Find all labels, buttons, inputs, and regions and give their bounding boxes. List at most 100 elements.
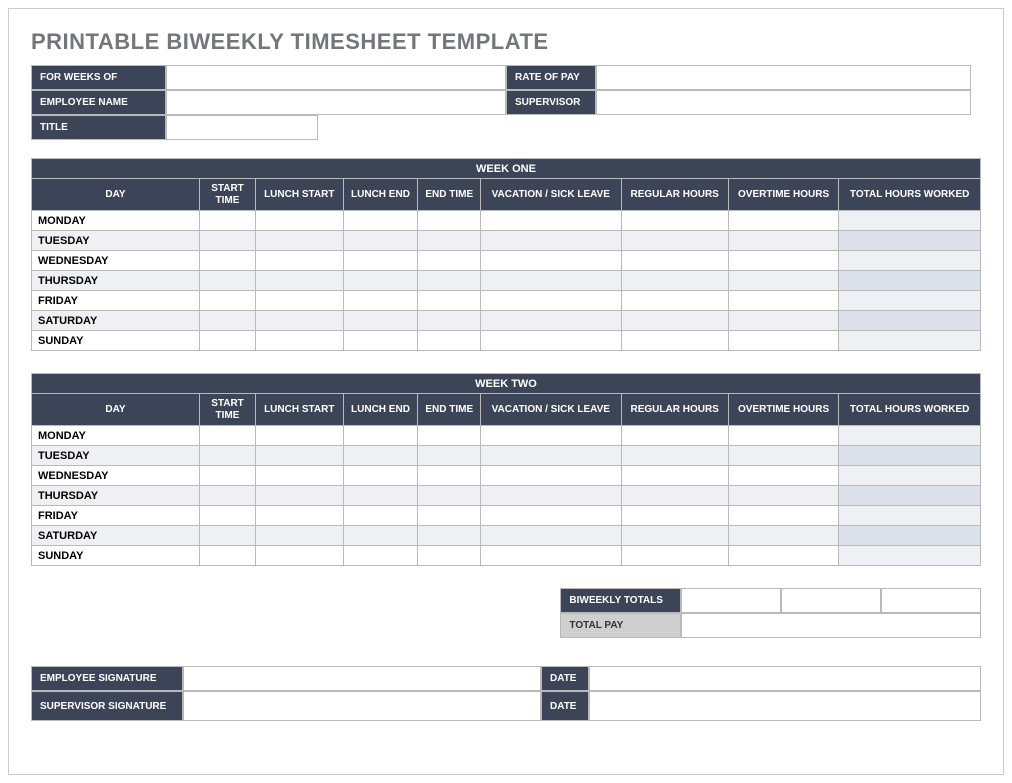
lunch-end-cell[interactable] [343,291,418,311]
employee-signature-value[interactable] [183,666,541,691]
total-hours-cell[interactable] [839,546,981,566]
lunch-start-cell[interactable] [256,331,344,351]
regular-hours-cell[interactable] [621,211,728,231]
overtime-hours-cell[interactable] [728,231,838,251]
vacation-sick-cell[interactable] [481,271,621,291]
overtime-hours-cell[interactable] [728,251,838,271]
lunch-start-cell[interactable] [256,526,344,546]
end-time-cell[interactable] [418,251,481,271]
regular-hours-cell[interactable] [621,486,728,506]
overtime-hours-cell[interactable] [728,331,838,351]
end-time-cell[interactable] [418,291,481,311]
end-time-cell[interactable] [418,331,481,351]
end-time-cell[interactable] [418,311,481,331]
lunch-end-cell[interactable] [343,506,418,526]
end-time-cell[interactable] [418,426,481,446]
overtime-hours-cell[interactable] [728,486,838,506]
employee-date-value[interactable] [589,666,981,691]
start-time-cell[interactable] [200,331,256,351]
overtime-hours-cell[interactable] [728,526,838,546]
end-time-cell[interactable] [418,271,481,291]
lunch-start-cell[interactable] [256,251,344,271]
biweekly-overtime-hours[interactable] [781,588,881,613]
vacation-sick-cell[interactable] [481,506,621,526]
vacation-sick-cell[interactable] [481,211,621,231]
rate-of-pay-value[interactable] [596,65,971,90]
biweekly-regular-hours[interactable] [681,588,781,613]
end-time-cell[interactable] [418,546,481,566]
regular-hours-cell[interactable] [621,466,728,486]
lunch-start-cell[interactable] [256,446,344,466]
lunch-start-cell[interactable] [256,486,344,506]
lunch-end-cell[interactable] [343,486,418,506]
regular-hours-cell[interactable] [621,271,728,291]
lunch-end-cell[interactable] [343,446,418,466]
end-time-cell[interactable] [418,211,481,231]
lunch-end-cell[interactable] [343,466,418,486]
lunch-start-cell[interactable] [256,546,344,566]
end-time-cell[interactable] [418,506,481,526]
overtime-hours-cell[interactable] [728,446,838,466]
lunch-start-cell[interactable] [256,211,344,231]
start-time-cell[interactable] [200,446,256,466]
lunch-end-cell[interactable] [343,546,418,566]
lunch-start-cell[interactable] [256,291,344,311]
regular-hours-cell[interactable] [621,526,728,546]
employee-name-value[interactable] [166,90,506,115]
vacation-sick-cell[interactable] [481,426,621,446]
supervisor-value[interactable] [596,90,971,115]
overtime-hours-cell[interactable] [728,271,838,291]
total-hours-cell[interactable] [839,291,981,311]
regular-hours-cell[interactable] [621,311,728,331]
regular-hours-cell[interactable] [621,231,728,251]
lunch-end-cell[interactable] [343,271,418,291]
lunch-end-cell[interactable] [343,426,418,446]
supervisor-signature-value[interactable] [183,691,541,721]
lunch-start-cell[interactable] [256,311,344,331]
total-hours-cell[interactable] [839,466,981,486]
regular-hours-cell[interactable] [621,331,728,351]
overtime-hours-cell[interactable] [728,311,838,331]
total-hours-cell[interactable] [839,271,981,291]
lunch-start-cell[interactable] [256,506,344,526]
regular-hours-cell[interactable] [621,291,728,311]
start-time-cell[interactable] [200,466,256,486]
end-time-cell[interactable] [418,466,481,486]
lunch-end-cell[interactable] [343,211,418,231]
start-time-cell[interactable] [200,426,256,446]
lunch-end-cell[interactable] [343,311,418,331]
total-hours-cell[interactable] [839,526,981,546]
overtime-hours-cell[interactable] [728,546,838,566]
end-time-cell[interactable] [418,446,481,466]
total-hours-cell[interactable] [839,251,981,271]
vacation-sick-cell[interactable] [481,486,621,506]
lunch-end-cell[interactable] [343,251,418,271]
end-time-cell[interactable] [418,526,481,546]
start-time-cell[interactable] [200,506,256,526]
total-hours-cell[interactable] [839,426,981,446]
vacation-sick-cell[interactable] [481,251,621,271]
vacation-sick-cell[interactable] [481,291,621,311]
start-time-cell[interactable] [200,546,256,566]
regular-hours-cell[interactable] [621,546,728,566]
regular-hours-cell[interactable] [621,251,728,271]
total-pay-value[interactable] [681,613,981,638]
overtime-hours-cell[interactable] [728,211,838,231]
vacation-sick-cell[interactable] [481,526,621,546]
overtime-hours-cell[interactable] [728,506,838,526]
total-hours-cell[interactable] [839,231,981,251]
overtime-hours-cell[interactable] [728,426,838,446]
start-time-cell[interactable] [200,271,256,291]
total-hours-cell[interactable] [839,311,981,331]
vacation-sick-cell[interactable] [481,546,621,566]
start-time-cell[interactable] [200,291,256,311]
vacation-sick-cell[interactable] [481,231,621,251]
start-time-cell[interactable] [200,486,256,506]
end-time-cell[interactable] [418,231,481,251]
start-time-cell[interactable] [200,211,256,231]
total-hours-cell[interactable] [839,331,981,351]
vacation-sick-cell[interactable] [481,311,621,331]
lunch-start-cell[interactable] [256,271,344,291]
lunch-start-cell[interactable] [256,466,344,486]
lunch-end-cell[interactable] [343,231,418,251]
